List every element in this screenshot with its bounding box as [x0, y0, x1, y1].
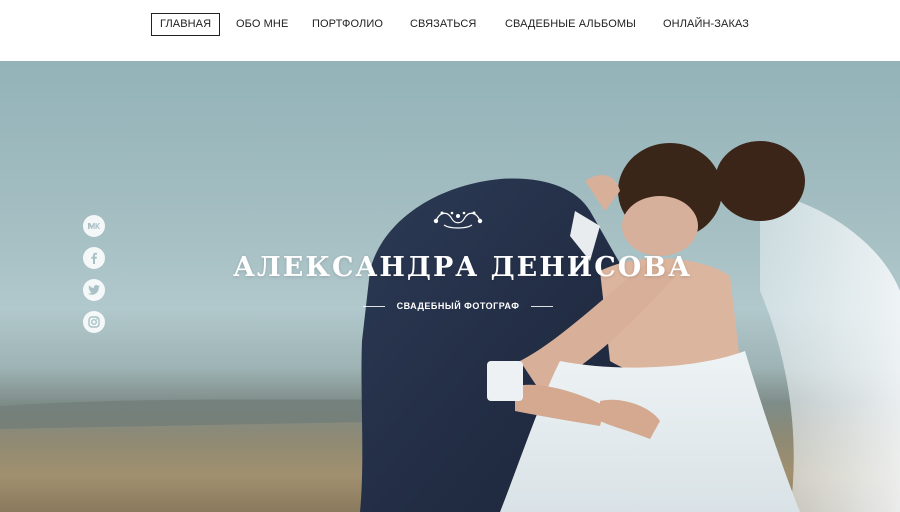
divider-right	[531, 305, 554, 307]
nav-item-portfolio[interactable]: ПОРТФОЛИО	[312, 13, 383, 36]
instagram-icon[interactable]	[83, 311, 105, 333]
nav-item-contact[interactable]: СВЯЗАТЬСЯ	[410, 13, 476, 36]
nav-item-about[interactable]: ОБО МНЕ	[236, 13, 288, 36]
vk-icon[interactable]	[83, 215, 105, 237]
wedding-couple-embrace-photo	[0, 141, 900, 512]
nav-item-online-order[interactable]: ОНЛАЙН-ЗАКАЗ	[663, 13, 749, 36]
floral-ornament-icon	[433, 211, 483, 229]
top-navigation: ГЛАВНАЯ ОБО МНЕ ПОРТФОЛИО СВЯЗАТЬСЯ СВАД…	[0, 0, 900, 61]
nav-item-wedding-albums[interactable]: СВАДЕБНЫЕ АЛЬБОМЫ	[505, 13, 636, 36]
divider-left	[362, 305, 385, 307]
hero-subtitle: СВАДЕБНЫЙ ФОТОГРАФ	[396, 301, 520, 311]
hero-subtitle-block: СВАДЕБНЫЙ ФОТОГРАФ	[343, 299, 573, 313]
hero-section: АЛЕКСАНДРА ДЕНИСОВА СВАДЕБНЫЙ ФОТОГРАФ	[0, 61, 900, 512]
nav-item-home[interactable]: ГЛАВНАЯ	[151, 13, 221, 36]
hero-title: АЛЕКСАНДРА ДЕНИСОВА	[232, 252, 693, 283]
